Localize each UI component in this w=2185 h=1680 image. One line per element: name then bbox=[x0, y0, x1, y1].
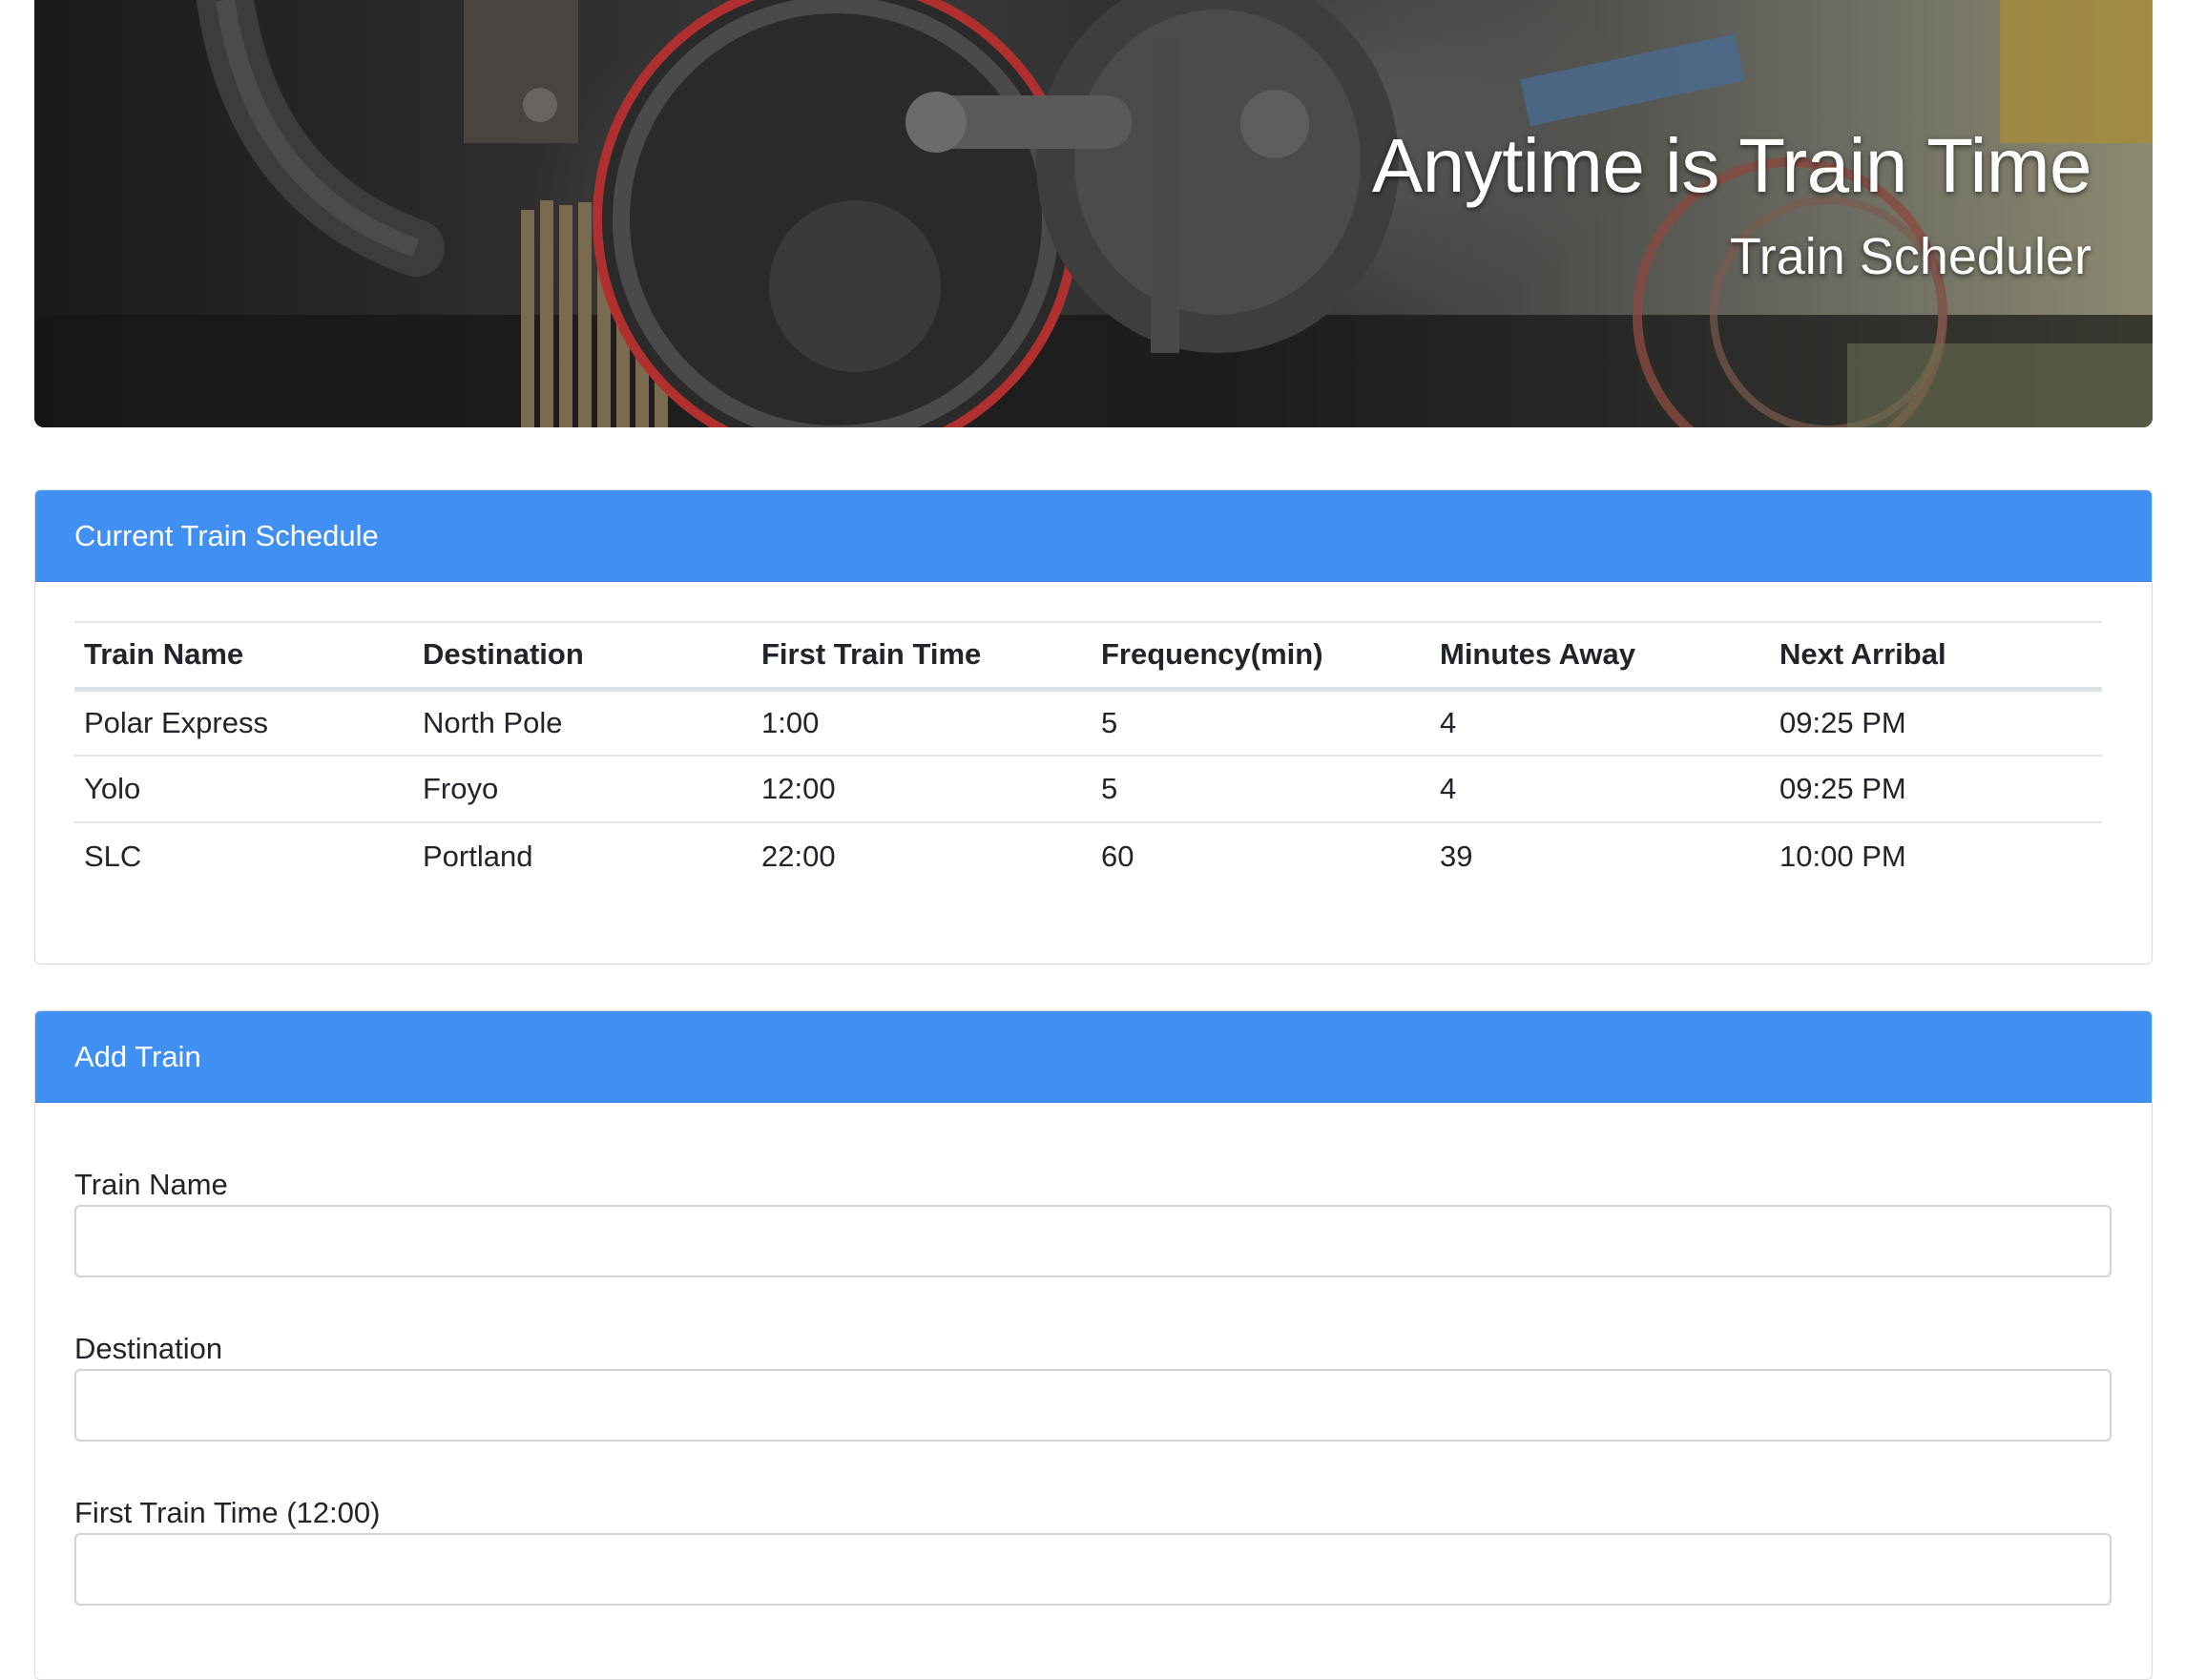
page-subtitle: Train Scheduler bbox=[1729, 228, 2091, 285]
cell-train-name: Polar Express bbox=[74, 689, 413, 757]
cell-first-train-time: 1:00 bbox=[752, 689, 1092, 757]
add-train-card: Add Train Train Name Destination First T… bbox=[34, 1010, 2153, 1680]
column-header-train-name: Train Name bbox=[74, 621, 413, 692]
hero-banner: Anytime is Train Time Train Scheduler bbox=[34, 0, 2153, 427]
first-train-time-input[interactable] bbox=[74, 1533, 2112, 1606]
column-header-next-arrival: Next Arribal bbox=[1770, 621, 2102, 692]
cell-first-train-time: 22:00 bbox=[761, 839, 836, 873]
column-header-destination: Destination bbox=[413, 621, 752, 692]
table-row: Polar Express North Pole 1:00 5 4 09:25 … bbox=[74, 689, 2102, 757]
train-name-input[interactable] bbox=[74, 1205, 2112, 1277]
add-train-card-header: Add Train bbox=[35, 1011, 2152, 1103]
column-header-minutes-away: Minutes Away bbox=[1430, 621, 1770, 692]
table-row: SLC Portland 22:00 60 39 10:00 PM bbox=[74, 822, 2102, 889]
cell-minutes-away: 39 bbox=[1440, 839, 1473, 873]
cell-destination: Portland bbox=[423, 839, 533, 873]
cell-minutes-away: 4 bbox=[1430, 756, 1770, 823]
cell-frequency: 60 bbox=[1101, 839, 1134, 873]
first-train-time-label: First Train Time (12:00) bbox=[74, 1496, 381, 1529]
cell-next-arrival: 10:00 PM bbox=[1779, 839, 1906, 873]
cell-first-train-time: 12:00 bbox=[752, 756, 1092, 823]
column-header-first-train-time: First Train Time bbox=[752, 621, 1092, 692]
page: Anytime is Train Time Train Scheduler Cu… bbox=[34, 0, 2153, 1680]
destination-input[interactable] bbox=[74, 1369, 2112, 1441]
column-header-frequency: Frequency(min) bbox=[1092, 621, 1430, 692]
cell-frequency: 5 bbox=[1092, 689, 1430, 757]
cell-train-name: SLC bbox=[84, 839, 142, 873]
cell-train-name: Yolo bbox=[74, 756, 413, 823]
cell-frequency: 5 bbox=[1092, 756, 1430, 823]
table-row: Yolo Froyo 12:00 5 4 09:25 PM bbox=[74, 756, 2102, 823]
cell-next-arrival: 09:25 PM bbox=[1770, 689, 2102, 757]
cell-destination: North Pole bbox=[413, 689, 752, 757]
table-header-row: Train Name Destination First Train Time … bbox=[74, 621, 2102, 692]
schedule-table: Train Name Destination First Train Time … bbox=[74, 621, 2102, 889]
schedule-card-header: Current Train Schedule bbox=[35, 490, 2152, 582]
schedule-card: Current Train Schedule Train Name Destin… bbox=[34, 489, 2153, 964]
page-title: Anytime is Train Time bbox=[1371, 123, 2092, 208]
train-name-label: Train Name bbox=[74, 1168, 228, 1201]
cell-destination: Froyo bbox=[413, 756, 752, 823]
cell-minutes-away: 4 bbox=[1430, 689, 1770, 757]
locomotive-background-image bbox=[34, 0, 2153, 427]
cell-next-arrival: 09:25 PM bbox=[1770, 756, 2102, 823]
destination-label: Destination bbox=[74, 1332, 223, 1365]
